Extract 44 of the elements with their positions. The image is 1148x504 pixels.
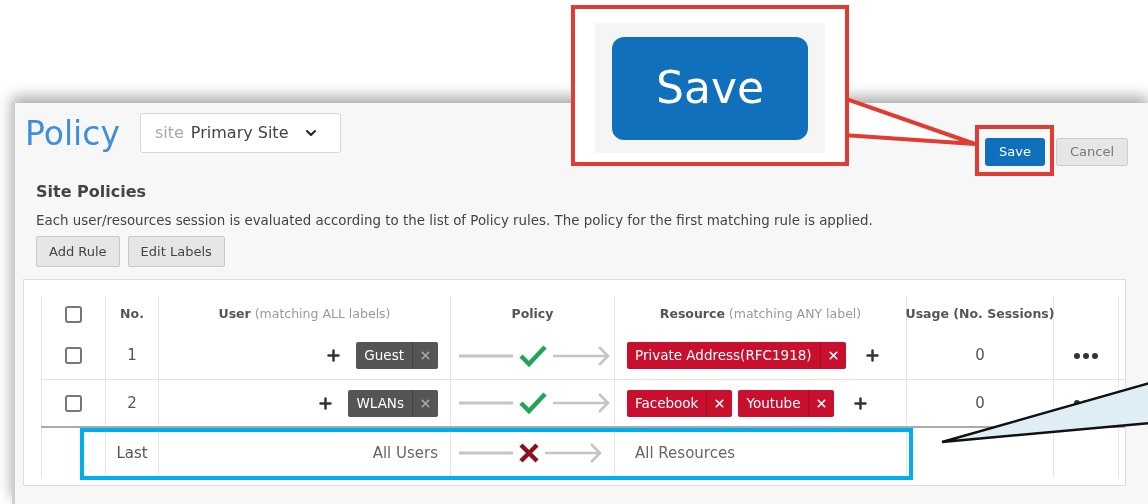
more-options-icon[interactable] (1074, 352, 1098, 359)
column-header: Policy (511, 304, 554, 323)
add-label-button[interactable] (325, 347, 343, 365)
add-label-button[interactable] (852, 394, 870, 412)
save-button[interactable]: Save (985, 138, 1045, 166)
tag-label: Youtube (745, 394, 802, 413)
user-text: All Users (372, 442, 438, 464)
resource-text: All Resources (635, 442, 735, 464)
rule-number: 1 (127, 345, 137, 367)
checkbox[interactable] (65, 347, 82, 365)
arrow-icon (545, 442, 603, 465)
section-description: Each user/resources session is evaluated according to the list of Policy rules. The policy for the first matching rule is applied. (36, 212, 874, 230)
usage-count: 0 (975, 392, 985, 414)
checkbox[interactable] (65, 394, 82, 412)
connector-line (459, 353, 513, 358)
tag-label: Private Address(RFC1918) (634, 346, 813, 366)
close-icon (419, 396, 432, 410)
close-icon (419, 349, 432, 363)
rule-number: Last (116, 442, 148, 464)
close-icon (826, 349, 840, 363)
connector-line (459, 401, 513, 406)
save-button-magnified: Save (612, 36, 808, 140)
add-label-button[interactable] (863, 347, 881, 365)
arrow-icon (553, 344, 611, 367)
usage-count: 0 (975, 345, 985, 367)
tag-label: Facebook (634, 394, 700, 413)
table-cell (41, 428, 106, 479)
column-header: User (matching ALL labels) (218, 304, 391, 323)
arrow-icon (553, 392, 611, 415)
checkbox[interactable] (65, 305, 82, 323)
cancel-button[interactable]: Cancel (1056, 138, 1128, 166)
edit-labels-button[interactable]: Edit Labels (127, 236, 225, 268)
column-header: Resource (matching ANY label) (659, 304, 862, 323)
add-label-button[interactable] (317, 394, 335, 412)
site-dropdown[interactable]: site Primary Site (139, 113, 341, 153)
tag-label: WLANs (355, 394, 405, 413)
column-header: No. (120, 304, 144, 323)
rule-number: 2 (127, 392, 137, 414)
connector-line (459, 451, 513, 456)
add-rule-button[interactable]: Add Rule (36, 236, 120, 268)
page-title: Policy (25, 113, 120, 155)
column-header: Usage (No. Sessions) (905, 304, 1055, 323)
section-title: Site Policies (36, 181, 148, 203)
tag-label: Guest (363, 346, 405, 366)
